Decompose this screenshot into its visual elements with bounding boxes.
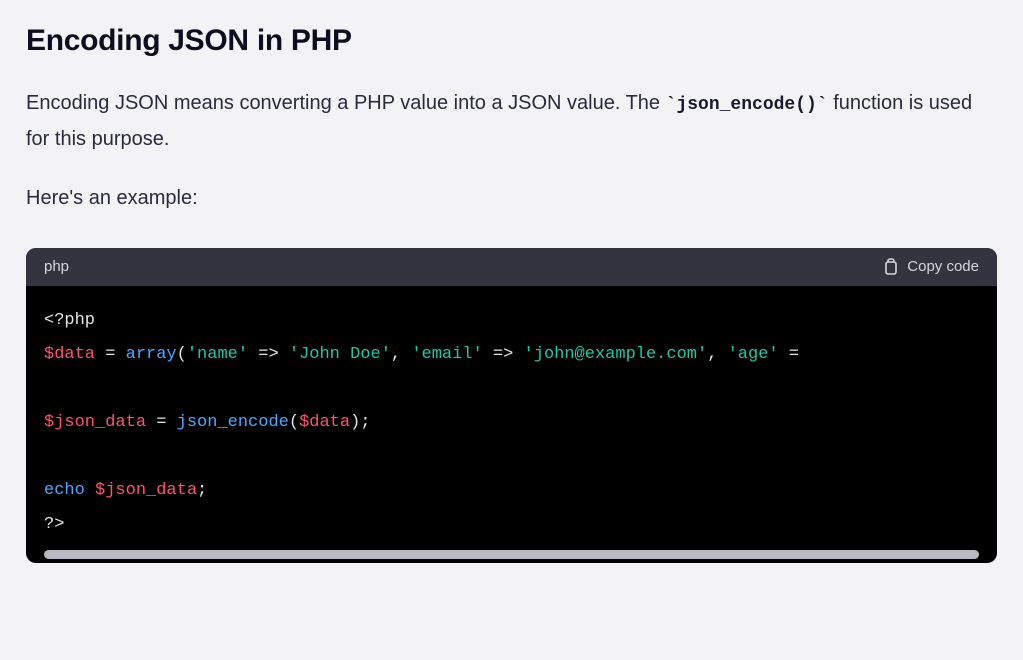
section-heading: Encoding JSON in PHP — [26, 24, 997, 58]
copy-code-button[interactable]: Copy code — [883, 258, 979, 276]
code-language-label: php — [44, 258, 69, 275]
code-body[interactable]: <?php $data = array('name' => 'John Doe'… — [26, 286, 997, 550]
code-block: php Copy code <?php $data = array('name'… — [26, 248, 997, 563]
clipboard-icon — [883, 258, 899, 276]
code-block-header: php Copy code — [26, 248, 997, 286]
copy-code-label: Copy code — [907, 258, 979, 275]
para1-text-before: Encoding JSON means converting a PHP val… — [26, 92, 666, 114]
intro-paragraph-2: Here's an example: — [26, 181, 997, 216]
inline-code-json-encode: `json_encode()` — [666, 95, 828, 115]
code-content: <?php $data = array('name' => 'John Doe'… — [44, 304, 979, 542]
horizontal-scrollbar[interactable] — [44, 550, 979, 559]
intro-paragraph-1: Encoding JSON means converting a PHP val… — [26, 86, 997, 157]
